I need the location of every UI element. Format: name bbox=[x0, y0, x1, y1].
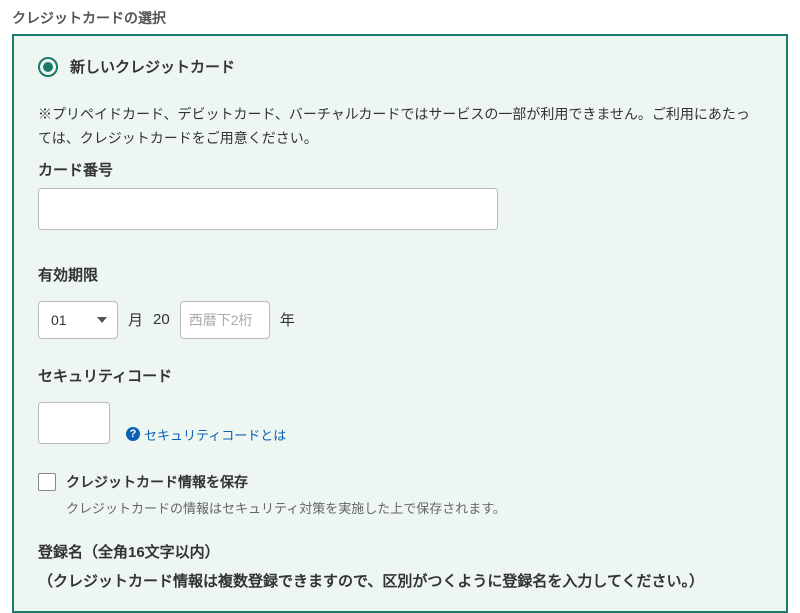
month-unit-label: 月 bbox=[128, 309, 143, 330]
new-card-label: 新しいクレジットカード bbox=[70, 56, 235, 77]
expiry-month-select[interactable]: 01 bbox=[38, 301, 118, 339]
question-icon: ? bbox=[126, 427, 140, 441]
registration-name-sub: （クレジットカード情報は複数登録できますので、区別がつくように登録名を入力してく… bbox=[38, 570, 762, 591]
new-card-radio-row[interactable]: 新しいクレジットカード bbox=[38, 56, 762, 77]
card-number-input[interactable] bbox=[38, 188, 498, 230]
security-code-help-text: セキュリティコードとは bbox=[144, 425, 286, 444]
chevron-down-icon bbox=[97, 317, 107, 323]
expiry-label: 有効期限 bbox=[38, 264, 762, 285]
year-prefix-label: 20 bbox=[153, 311, 170, 328]
prepaid-notice: ※プリペイドカード、デビットカード、バーチャルカードではサービスの一部が利用でき… bbox=[38, 103, 762, 151]
expiry-year-input[interactable] bbox=[180, 301, 270, 339]
radio-selected-icon bbox=[38, 57, 58, 77]
save-card-description: クレジットカードの情報はセキュリティ対策を実施した上で保存されます。 bbox=[66, 498, 762, 517]
security-code-input[interactable] bbox=[38, 402, 110, 444]
security-code-label: セキュリティコード bbox=[38, 365, 762, 386]
security-code-help-link[interactable]: ? セキュリティコードとは bbox=[126, 425, 286, 444]
save-card-checkbox[interactable] bbox=[38, 473, 56, 491]
expiry-month-value: 01 bbox=[51, 312, 67, 328]
save-card-label: クレジットカード情報を保存 bbox=[66, 472, 248, 492]
credit-card-panel: 新しいクレジットカード ※プリペイドカード、デビットカード、バーチャルカードでは… bbox=[12, 34, 788, 613]
registration-name-label: 登録名（全角16文字以内） bbox=[38, 541, 762, 562]
card-number-label: カード番号 bbox=[38, 159, 762, 180]
year-unit-label: 年 bbox=[280, 309, 295, 330]
section-title: クレジットカードの選択 bbox=[12, 0, 788, 34]
